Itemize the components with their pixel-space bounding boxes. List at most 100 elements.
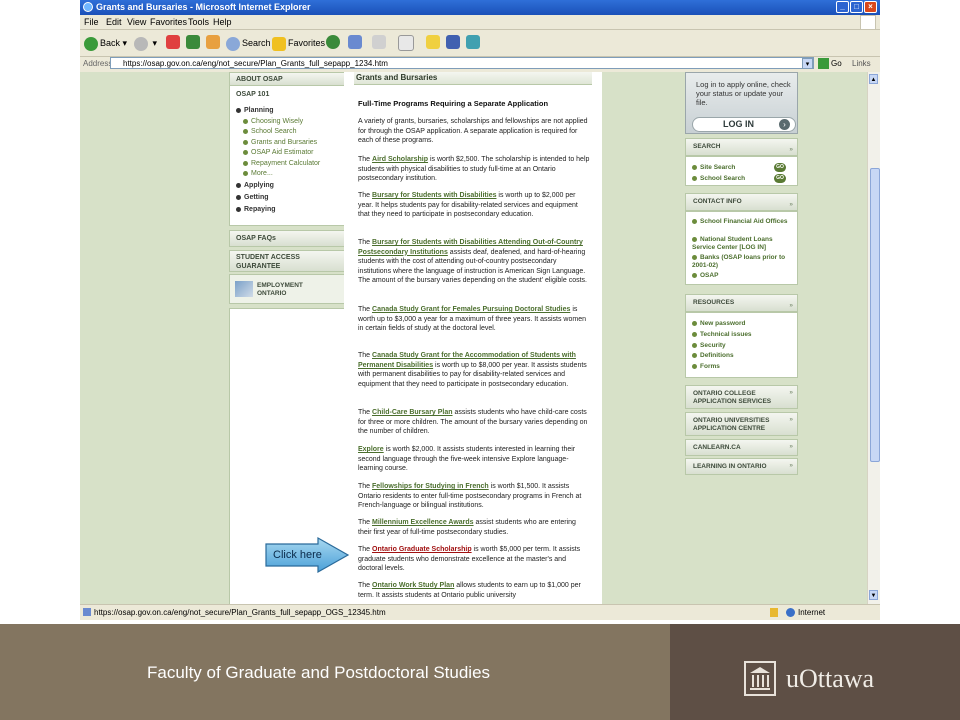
aid-estimator-label: OSAP Aid Estimator [251,149,314,156]
resource-security[interactable]: Security [692,342,726,350]
forward-button[interactable]: ▾ [134,35,157,51]
contact-school-aid-label: School Financial Aid Offices [700,218,788,225]
back-button[interactable]: Back ▾ [84,35,127,51]
print-icon[interactable] [372,35,386,49]
link-fellowships-french[interactable]: Fellowships for Studying in French [372,483,489,490]
p1-prefix: The [358,156,373,163]
address-dropdown-icon[interactable]: ▾ [802,58,813,69]
address-input[interactable]: https://osap.gov.on.ca/eng/not_secure/Pl… [110,57,814,69]
menu-edit[interactable]: Edit [106,17,122,27]
nav-aid-estimator[interactable]: OSAP Aid Estimator [243,149,314,156]
bullet-icon [692,254,697,260]
link-canlearn[interactable]: CANLEARN.CA » [685,439,798,456]
menu-view[interactable]: View [127,17,146,27]
refresh-icon[interactable] [186,35,200,49]
login-button-label: LOG IN [723,119,754,129]
osap101-label[interactable]: OSAP 101 [236,91,269,98]
nav-getting[interactable]: Getting [236,194,269,201]
stop-icon[interactable] [166,35,180,49]
resource-technical-issues[interactable]: Technical issues [692,331,752,339]
site-search-go-button[interactable]: GO [774,163,786,172]
resource-forms[interactable]: Forms [692,363,720,371]
go-arrow-icon[interactable] [818,58,829,69]
media-icon[interactable] [326,35,340,49]
nav-school-search[interactable]: School Search [243,128,297,135]
contact-school-aid[interactable]: School Financial Aid Offices [692,218,792,226]
canlearn-label: CANLEARN.CA [693,444,741,451]
link-aird-scholarship[interactable]: Aird Scholarship [372,156,428,163]
chevron-right-icon: » [789,443,793,450]
nav-planning[interactable]: Planning [236,107,274,114]
nav-applying[interactable]: Applying [236,182,274,189]
contact-banks[interactable]: Banks (OSAP loans prior to 2001-02) [692,254,792,270]
go-button[interactable]: Go [831,59,842,68]
minimize-button[interactable]: _ [836,1,849,13]
scroll-up-icon[interactable]: ▲ [869,74,878,84]
edit-icon[interactable] [398,35,414,51]
nav-grants-bursaries[interactable]: Grants and Bursaries [243,139,317,146]
link-explore[interactable]: Explore [358,446,384,453]
nav-repayment-calculator[interactable]: Repayment Calculator [243,160,320,167]
nav-repaying[interactable]: Repaying [236,206,276,213]
nav-more[interactable]: More... [243,170,273,177]
paragraph-fellowships-french: The Fellowships for Studying in French i… [358,482,590,511]
search-header: SEARCH» [685,138,798,156]
paragraph-csg-permanent-disabilities: The Canada Study Grant for the Accommoda… [358,351,590,389]
maximize-button[interactable]: □ [850,1,863,13]
bullet-icon [692,320,697,326]
login-text: Log in to apply online, check your statu… [696,80,791,107]
bullet-icon [692,218,697,224]
section-heading: Full-Time Programs Requiring a Separate … [358,99,549,108]
link-child-care-bursary[interactable]: Child-Care Bursary Plan [372,409,453,416]
back-arrow-icon [84,36,98,51]
scroll-down-icon[interactable]: ▼ [869,590,878,600]
browser-window: Grants and Bursaries - Microsoft Interne… [80,0,880,620]
link-ontario-work-study[interactable]: Ontario Work Study Plan [372,582,454,589]
p4-prefix: The [358,306,373,313]
home-icon[interactable] [206,35,220,49]
star-icon [272,36,286,51]
contact-info-box: School Financial Aid Offices National St… [685,211,798,285]
p9-prefix: The [358,519,373,526]
links-label[interactable]: Links [852,59,871,68]
contact-nslsc[interactable]: National Student Loans Service Center [L… [692,236,792,252]
menu-file[interactable]: File [84,17,99,27]
research-icon[interactable] [466,35,480,49]
link-millennium-awards[interactable]: Millennium Excellence Awards [372,519,474,526]
nav-choosing-wisely[interactable]: Choosing Wisely [243,118,303,125]
resource-new-password[interactable]: New password [692,320,746,328]
click-here-label: Click here [273,549,322,561]
login-button[interactable]: LOG IN › [692,117,796,132]
paragraph-ogs: The Ontario Graduate Scholarship is wort… [358,545,590,574]
grants-bursaries-label: Grants and Bursaries [251,139,318,146]
messenger-icon[interactable] [446,35,460,49]
resources-box: New password Technical issues Security D… [685,312,798,378]
link-ocas[interactable]: ONTARIO COLLEGE APPLICATION SERVICES » [685,385,798,409]
p11-prefix: The [358,582,373,589]
repaying-label: Repaying [244,206,276,213]
school-search-link[interactable]: School Search [692,175,745,183]
uottawa-building-icon [744,661,776,696]
link-ontario-graduate-scholarship[interactable]: Ontario Graduate Scholarship [372,546,472,553]
repayment-calculator-label: Repayment Calculator [251,160,321,167]
resource-definitions[interactable]: Definitions [692,352,734,360]
link-bursary-disabilities[interactable]: Bursary for Students with Disabilities [372,192,496,199]
scrollbar-thumb[interactable] [870,168,880,462]
school-search-go-button[interactable]: GO [774,174,786,183]
search-button[interactable]: Search [226,35,271,51]
menu-help[interactable]: Help [213,17,232,27]
close-button[interactable]: × [864,1,877,13]
link-csg-females-doctoral[interactable]: Canada Study Grant for Females Pursuing … [372,306,570,313]
menu-favorites[interactable]: Favorites [150,17,187,27]
link-ouac[interactable]: ONTARIO UNIVERSITIES APPLICATION CENTRE » [685,412,798,436]
mail-icon[interactable] [348,35,362,49]
site-search-link[interactable]: Site Search [692,164,735,172]
link-learning-in-ontario[interactable]: LEARNING IN ONTARIO » [685,458,798,475]
applying-label: Applying [244,182,274,189]
menu-tools[interactable]: Tools [188,17,209,27]
contact-osap[interactable]: OSAP [692,272,718,280]
folder-icon[interactable] [426,35,440,49]
favorites-button[interactable]: Favorites [272,35,325,51]
vertical-scrollbar[interactable]: ▲ ▼ [867,72,880,604]
employment-label-2: ONTARIO [257,290,287,297]
